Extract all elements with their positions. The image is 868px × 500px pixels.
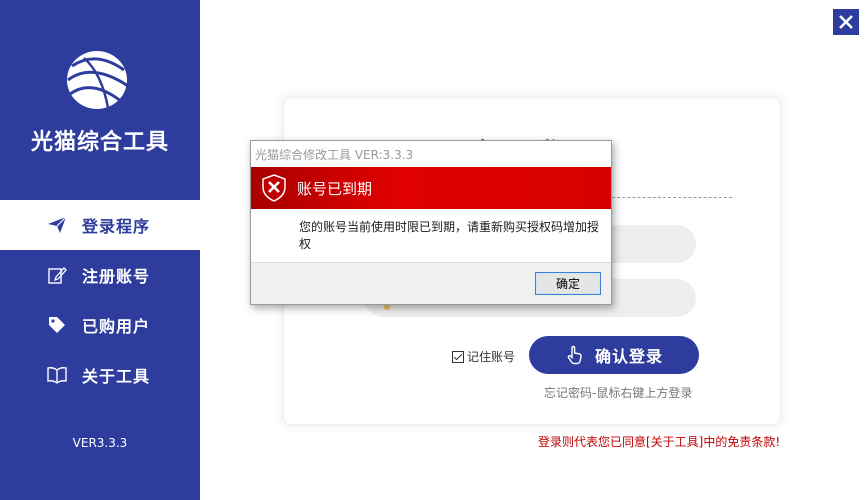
- sidebar-item-login[interactable]: 登录程序: [0, 200, 200, 250]
- version-label: VER3.3.3: [72, 436, 128, 450]
- close-icon: [839, 15, 853, 29]
- sidebar-item-label: 关于工具: [82, 367, 151, 386]
- confirm-login-button[interactable]: 确认登录: [529, 336, 699, 374]
- paper-plane-icon: [46, 214, 68, 236]
- app-window: 光猫综合工具 登录程序 注册账号 已购用户 关于工具 VER3.3.3 记住账号…: [0, 0, 868, 500]
- sidebar-item-label: 注册账号: [82, 267, 151, 286]
- sidebar-item-register[interactable]: 注册账号: [0, 250, 200, 300]
- edit-icon: [46, 264, 68, 286]
- app-title: 光猫综合工具: [30, 130, 169, 155]
- ok-button[interactable]: 确定: [535, 272, 601, 295]
- sidebar-nav: 登录程序 注册账号 已购用户 关于工具: [0, 200, 200, 400]
- dialog-banner: 账号已到期: [251, 167, 611, 209]
- sidebar-item-about[interactable]: 关于工具: [0, 350, 200, 400]
- close-button[interactable]: [833, 9, 859, 35]
- remember-label: 记住账号: [467, 350, 516, 364]
- dialog-message: 您的账号当前使用时限已到期，请重新购买授权码增加授权: [251, 209, 611, 262]
- title-divider: [602, 197, 732, 198]
- agreement-notice: 登录则代表您已同意[关于工具]中的免责条款!: [538, 435, 781, 449]
- dialog-titlebar: 光猫综合修改工具 VER:3.3.3: [251, 141, 611, 167]
- sidebar-item-label: 已购用户: [82, 317, 151, 336]
- forgot-password-hint: 忘记密码-鼠标右键上方登录: [544, 386, 693, 400]
- sidebar-item-purchased-users[interactable]: 已购用户: [0, 300, 200, 350]
- expired-dialog: 光猫综合修改工具 VER:3.3.3 账号已到期 您的账号当前使用时限已到期，请…: [250, 140, 612, 305]
- login-button-label: 确认登录: [594, 347, 663, 366]
- tag-icon: [46, 314, 68, 336]
- hand-pointer-icon: [567, 345, 582, 365]
- app-logo-icon: [67, 51, 129, 109]
- remember-checkbox[interactable]: [452, 350, 464, 363]
- dialog-footer: 确定: [251, 262, 611, 304]
- remember-account[interactable]: 记住账号: [452, 348, 515, 365]
- sidebar: 光猫综合工具 登录程序 注册账号 已购用户 关于工具 VER3.3.3: [0, 0, 200, 500]
- sidebar-item-label: 登录程序: [82, 217, 151, 236]
- book-icon: [46, 364, 68, 386]
- dialog-heading: 账号已到期: [297, 179, 373, 198]
- error-shield-icon: [262, 174, 286, 202]
